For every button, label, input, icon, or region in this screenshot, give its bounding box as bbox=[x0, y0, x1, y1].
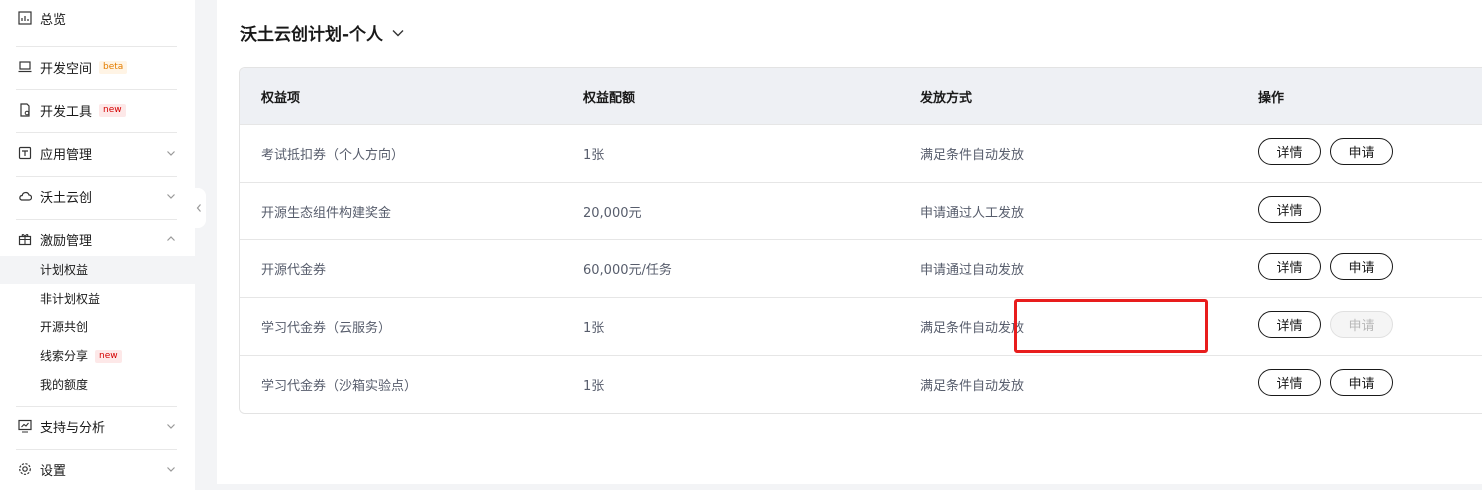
sidebar-item-label: 总览 bbox=[40, 12, 67, 28]
tool-document-icon bbox=[18, 103, 32, 117]
sidebar-item-label: 开发空间 bbox=[40, 61, 93, 77]
app-box-icon bbox=[18, 146, 32, 160]
sub-item-my-quota[interactable]: 我的额度 bbox=[40, 376, 88, 394]
cell-method: 申请通过人工发放 bbox=[920, 206, 1025, 221]
cell-method: 申请通过自动发放 bbox=[920, 263, 1025, 278]
cell-item: 开源生态组件构建奖金 bbox=[261, 206, 392, 221]
cell-item: 考试抵扣券（个人方向） bbox=[261, 148, 405, 163]
divider bbox=[16, 406, 177, 407]
sidebar-item-incentive-management[interactable]: 激励管理 bbox=[18, 229, 179, 249]
table-row: 开源生态组件构建奖金 20,000元 申请通过人工发放 详情 bbox=[240, 182, 1482, 240]
divider bbox=[16, 46, 177, 47]
sidebar-item-overview[interactable]: 总览 bbox=[18, 8, 179, 28]
sidebar-item-label: 设置 bbox=[40, 463, 67, 479]
sidebar-item-label: 沃土云创 bbox=[40, 190, 93, 206]
table-row: 开源代金券 60,000元/任务 申请通过自动发放 详情 申请 bbox=[240, 239, 1482, 297]
table-row: 考试抵扣券（个人方向） 1张 满足条件自动发放 详情 申请 bbox=[240, 124, 1482, 182]
gift-icon bbox=[18, 232, 32, 246]
apply-button-disabled: 申请 bbox=[1330, 311, 1393, 338]
cell-method: 满足条件自动发放 bbox=[920, 379, 1025, 394]
beta-badge: beta bbox=[99, 60, 128, 74]
chevron-left-icon bbox=[196, 204, 201, 212]
sub-item-label: 线索分享 bbox=[40, 349, 89, 363]
divider bbox=[16, 89, 177, 90]
active-sub-item-highlight bbox=[0, 256, 195, 284]
sub-item-lead-sharing[interactable]: 线索分享 new bbox=[40, 347, 122, 365]
cell-quota: 1张 bbox=[583, 148, 605, 163]
plan-selector[interactable]: 沃土云创计划-个人 bbox=[240, 20, 405, 45]
cell-item: 学习代金券（沙箱实验点） bbox=[261, 379, 418, 394]
divider bbox=[16, 219, 177, 220]
apply-button[interactable]: 申请 bbox=[1330, 369, 1393, 396]
cell-quota: 60,000元/任务 bbox=[583, 263, 672, 278]
apply-button[interactable]: 申请 bbox=[1330, 253, 1393, 280]
column-header-item: 权益项 bbox=[261, 91, 301, 106]
sidebar-item-wotu-cloud[interactable]: 沃土云创 bbox=[18, 186, 179, 206]
chevron-down-icon bbox=[167, 467, 175, 472]
divider bbox=[16, 176, 177, 177]
sub-item-plan-rights[interactable]: 计划权益 bbox=[40, 261, 88, 279]
sidebar-item-label: 开发工具 bbox=[40, 104, 93, 120]
table-header: 权益项 权益配额 发放方式 操作 bbox=[240, 68, 1482, 124]
detail-button[interactable]: 详情 bbox=[1258, 138, 1321, 165]
sidebar-collapse-button[interactable] bbox=[192, 188, 206, 228]
cloud-icon bbox=[18, 189, 32, 203]
new-badge: new bbox=[99, 103, 126, 117]
column-header-method: 发放方式 bbox=[920, 91, 973, 106]
chevron-down-icon bbox=[392, 29, 404, 36]
detail-button[interactable]: 详情 bbox=[1258, 369, 1321, 396]
divider bbox=[16, 449, 177, 450]
column-header-quota: 权益配额 bbox=[583, 91, 636, 106]
sidebar-item-label: 支持与分析 bbox=[40, 420, 106, 436]
rights-table: 权益项 权益配额 发放方式 操作 考试抵扣券（个人方向） 1张 满足条件自动发放… bbox=[239, 67, 1482, 414]
cell-method: 满足条件自动发放 bbox=[920, 321, 1025, 336]
gear-icon bbox=[18, 462, 32, 476]
sidebar: 总览 开发空间 beta 开发工具 new 应用管理 沃土云创 激励管理 计划权… bbox=[0, 0, 195, 490]
page-title: 沃土云创计划-个人 bbox=[240, 25, 384, 45]
sidebar-item-dev-space[interactable]: 开发空间 beta bbox=[18, 57, 179, 77]
new-badge: new bbox=[95, 349, 122, 363]
chevron-down-icon bbox=[167, 151, 175, 156]
overview-chart-icon bbox=[18, 11, 32, 25]
laptop-icon bbox=[18, 60, 32, 74]
chevron-down-icon bbox=[167, 424, 175, 429]
detail-button[interactable]: 详情 bbox=[1258, 196, 1321, 223]
sidebar-item-settings[interactable]: 设置 bbox=[18, 459, 179, 479]
cell-quota: 1张 bbox=[583, 321, 605, 336]
apply-button[interactable]: 申请 bbox=[1330, 138, 1393, 165]
chevron-down-icon bbox=[167, 194, 175, 199]
detail-button[interactable]: 详情 bbox=[1258, 253, 1321, 280]
divider bbox=[16, 132, 177, 133]
sidebar-item-app-management[interactable]: 应用管理 bbox=[18, 143, 179, 163]
table-row: 学习代金券（云服务） 1张 满足条件自动发放 详情 申请 bbox=[240, 297, 1482, 355]
sidebar-item-support-analysis[interactable]: 支持与分析 bbox=[18, 416, 179, 436]
monitor-chart-icon bbox=[18, 419, 32, 433]
chevron-up-icon bbox=[167, 236, 175, 241]
cell-item: 学习代金券（云服务） bbox=[261, 321, 392, 336]
sidebar-item-label: 激励管理 bbox=[40, 233, 93, 249]
cell-item: 开源代金券 bbox=[261, 263, 327, 278]
sub-item-non-plan-rights[interactable]: 非计划权益 bbox=[40, 290, 100, 308]
table-row: 学习代金券（沙箱实验点） 1张 满足条件自动发放 详情 申请 bbox=[240, 355, 1482, 413]
cell-quota: 20,000元 bbox=[583, 206, 642, 221]
main-panel: 沃土云创计划-个人 权益项 权益配额 发放方式 操作 考试抵扣券（个人方向） 1… bbox=[217, 0, 1482, 484]
cell-quota: 1张 bbox=[583, 379, 605, 394]
detail-button[interactable]: 详情 bbox=[1258, 311, 1321, 338]
sidebar-item-label: 应用管理 bbox=[40, 147, 93, 163]
sub-item-open-source-cocreate[interactable]: 开源共创 bbox=[40, 318, 88, 336]
column-header-actions: 操作 bbox=[1258, 91, 1285, 106]
cell-method: 满足条件自动发放 bbox=[920, 148, 1025, 163]
sidebar-item-dev-tools[interactable]: 开发工具 new bbox=[18, 100, 179, 120]
